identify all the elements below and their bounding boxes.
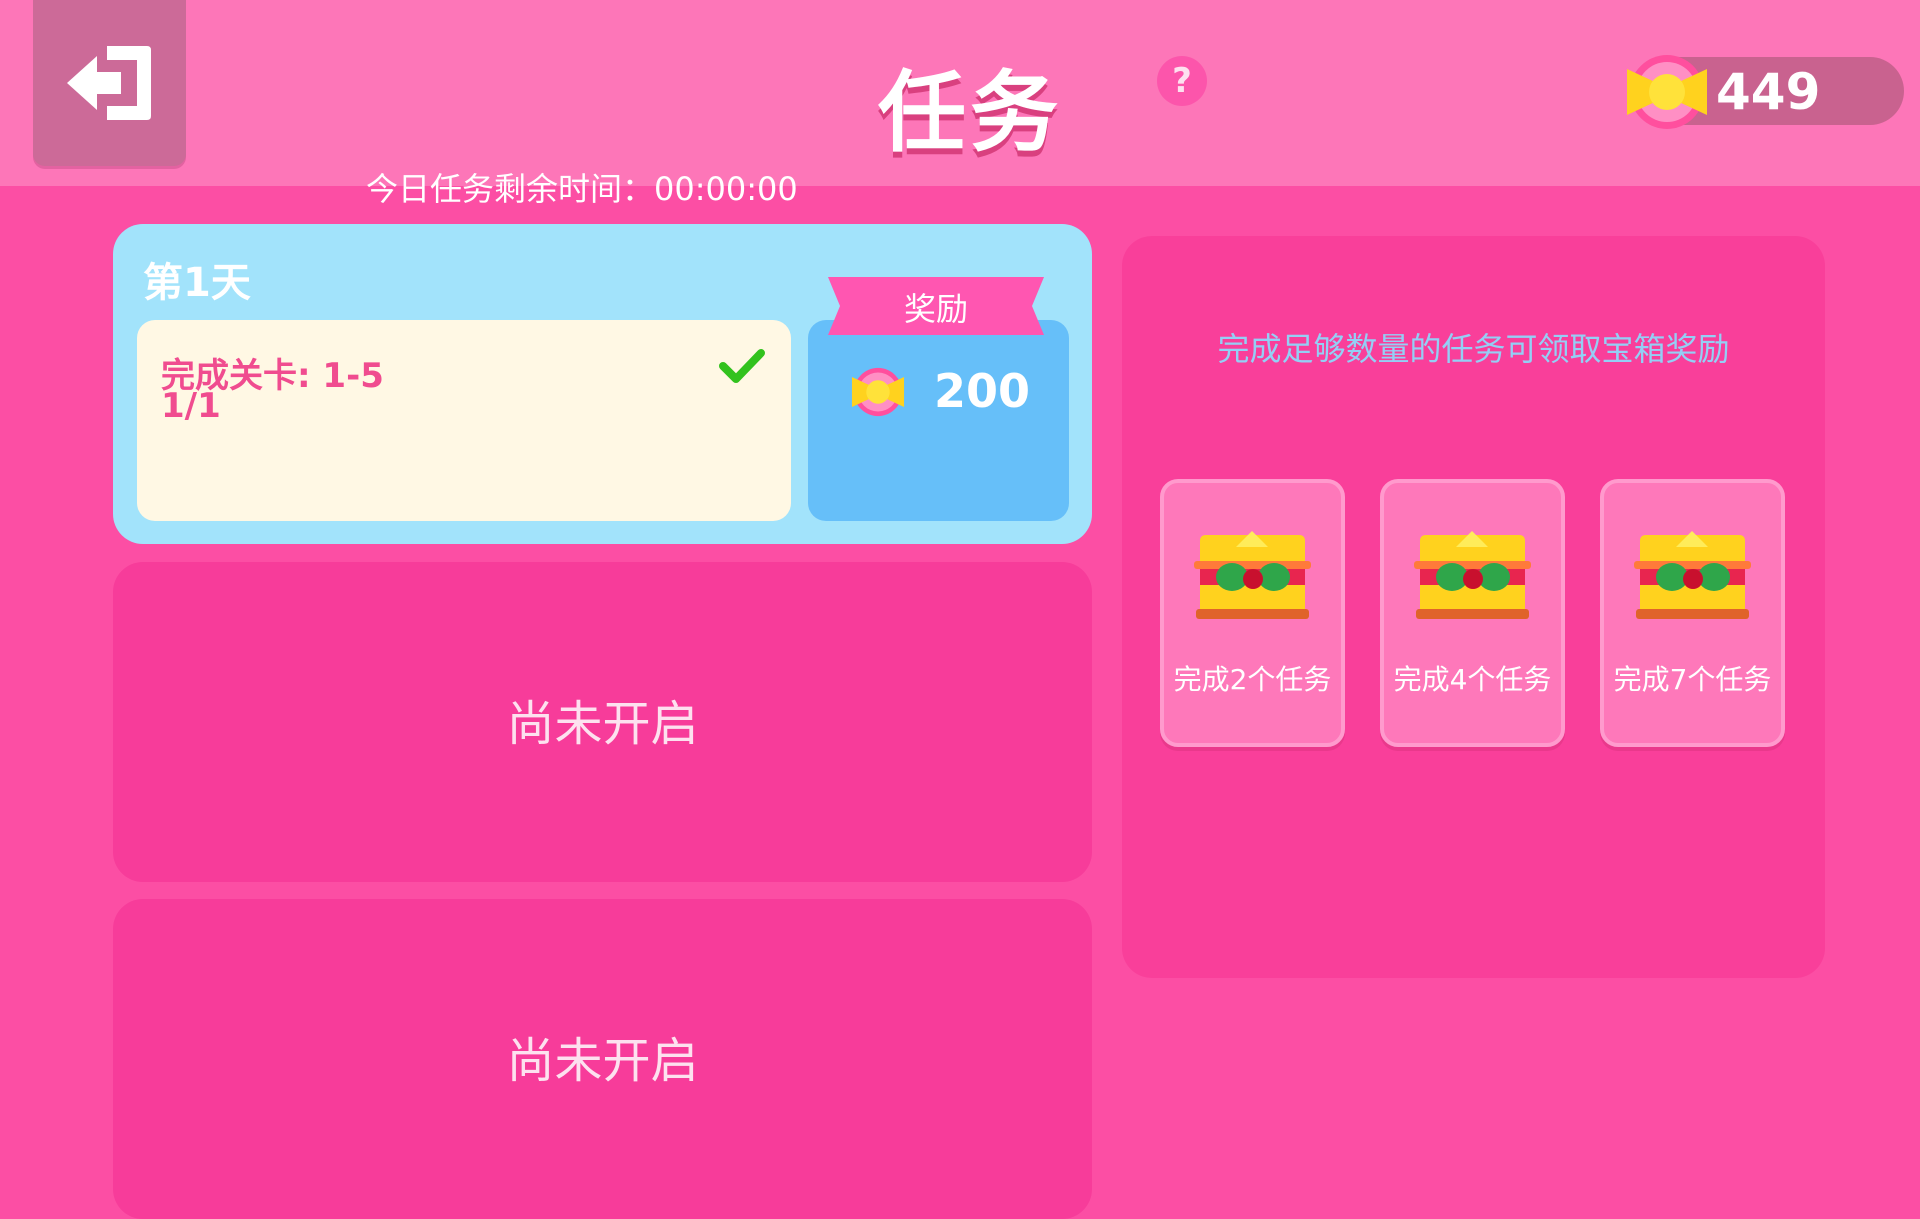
locked-day-card: 尚未开启 — [113, 899, 1092, 1219]
day-title: 第1天 — [143, 260, 251, 306]
exit-icon — [67, 46, 151, 120]
help-button[interactable]: ? — [1157, 56, 1207, 106]
page-title: 任务 — [877, 61, 1062, 164]
help-icon: ? — [1172, 61, 1192, 101]
chest-reward-panel: 完成足够数量的任务可领取宝箱奖励 完成2个任务 完成4个任务 完成7个任务 — [1122, 236, 1825, 978]
check-icon — [719, 349, 765, 383]
reward-amount: 200 — [934, 364, 1031, 418]
task-progress: 1/1 — [161, 386, 221, 426]
chest-card[interactable]: 完成2个任务 — [1160, 479, 1345, 747]
coin-amount: 449 — [1716, 63, 1821, 121]
day-card: 第1天 完成关卡: 1-5 1/1 奖励 200 — [113, 224, 1092, 544]
back-button[interactable] — [33, 0, 186, 166]
treasure-chest-icon — [1194, 531, 1311, 619]
coin-balance: 449 — [1627, 55, 1904, 129]
chest-card[interactable]: 完成7个任务 — [1600, 479, 1785, 747]
candy-coin-icon — [1627, 55, 1707, 129]
chest-label: 完成2个任务 — [1173, 663, 1332, 696]
chest-label: 完成7个任务 — [1613, 663, 1772, 696]
locked-text: 尚未开启 — [506, 696, 699, 752]
treasure-chest-icon — [1414, 531, 1531, 619]
reward-box[interactable] — [808, 320, 1069, 521]
locked-text: 尚未开启 — [506, 1033, 699, 1089]
daily-timer: 今日任务剩余时间：00:00:00 — [366, 170, 798, 208]
task-item: 完成关卡: 1-5 1/1 — [137, 320, 791, 521]
chest-hint: 完成足够数量的任务可领取宝箱奖励 — [1217, 330, 1730, 368]
locked-day-card: 尚未开启 — [113, 562, 1092, 882]
reward-label: 奖励 — [903, 290, 968, 328]
chest-card[interactable]: 完成4个任务 — [1380, 479, 1565, 747]
chest-label: 完成4个任务 — [1393, 663, 1552, 696]
candy-coin-icon — [851, 367, 905, 417]
treasure-chest-icon — [1634, 531, 1751, 619]
